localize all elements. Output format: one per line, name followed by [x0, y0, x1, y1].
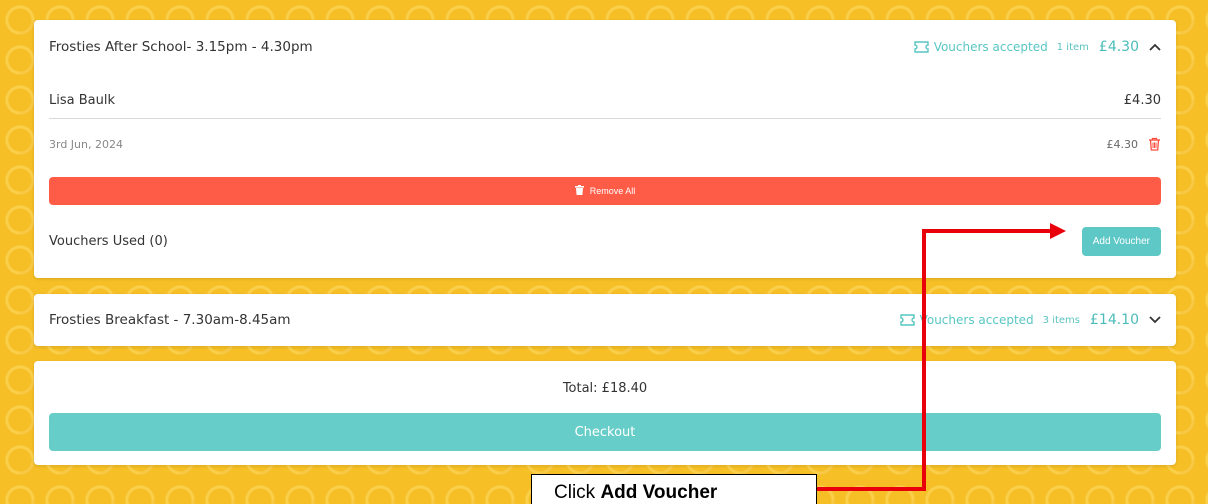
booking-date: 3rd Jun, 2024: [49, 137, 123, 151]
vouchers-used-label: Vouchers Used (0): [49, 233, 168, 249]
booking-date-right: £4.30: [1107, 137, 1162, 151]
item-count: 1 item: [1056, 41, 1089, 53]
chevron-up-icon[interactable]: [1149, 43, 1161, 51]
checkout-button[interactable]: Checkout: [49, 413, 1161, 451]
booking-card-breakfast: Frosties Breakfast - 7.30am-8.45am Vouch…: [34, 294, 1176, 346]
booking-card-after-school: Frosties After School- 3.15pm - 4.30pm V…: [34, 20, 1176, 278]
remove-all-label: Remove All: [589, 186, 636, 196]
card-title: Frosties After School- 3.15pm - 4.30pm: [49, 39, 313, 55]
card-price: £4.30: [1098, 39, 1139, 55]
trash-icon[interactable]: [1148, 137, 1161, 151]
add-voucher-button[interactable]: Add Voucher: [1081, 226, 1161, 256]
trash-icon: [574, 185, 584, 197]
child-price: £4.30: [1123, 92, 1161, 108]
annotation-callout: Click Add Voucher: [531, 474, 817, 504]
remove-all-button[interactable]: Remove All: [49, 177, 1161, 205]
card-title: Frosties Breakfast - 7.30am-8.45am: [49, 312, 291, 328]
child-name: Lisa Baulk: [49, 92, 115, 108]
callout-bold: Add Voucher: [600, 482, 718, 503]
child-row: Lisa Baulk £4.30: [49, 82, 1161, 119]
chevron-down-icon[interactable]: [1149, 316, 1161, 324]
item-count: 3 items: [1042, 314, 1080, 326]
order-total: Total: £18.40: [562, 381, 648, 396]
card-header-summary: Vouchers accepted 3 items £14.10: [899, 312, 1161, 328]
booking-price: £4.30: [1106, 137, 1139, 151]
ticket-icon: [899, 314, 915, 326]
vouchers-used-row: Vouchers Used (0) Add Voucher: [49, 226, 1161, 256]
callout-prefix: Click: [554, 482, 601, 503]
vouchers-accepted-text: Vouchers accepted: [919, 313, 1034, 327]
vouchers-accepted-badge: Vouchers accepted: [899, 313, 1034, 327]
card-price: £14.10: [1090, 312, 1139, 328]
card-header-after-school[interactable]: Frosties After School- 3.15pm - 4.30pm V…: [49, 20, 1161, 74]
vouchers-accepted-text: Vouchers accepted: [933, 40, 1048, 54]
order-summary-card: Total: £18.40 Checkout: [34, 361, 1176, 465]
card-header-breakfast[interactable]: Frosties Breakfast - 7.30am-8.45am Vouch…: [49, 294, 1161, 346]
booking-date-row: 3rd Jun, 2024 £4.30: [49, 128, 1161, 160]
card-header-summary: Vouchers accepted 1 item £4.30: [913, 39, 1161, 55]
vouchers-accepted-badge: Vouchers accepted: [913, 40, 1048, 54]
ticket-icon: [913, 41, 929, 53]
